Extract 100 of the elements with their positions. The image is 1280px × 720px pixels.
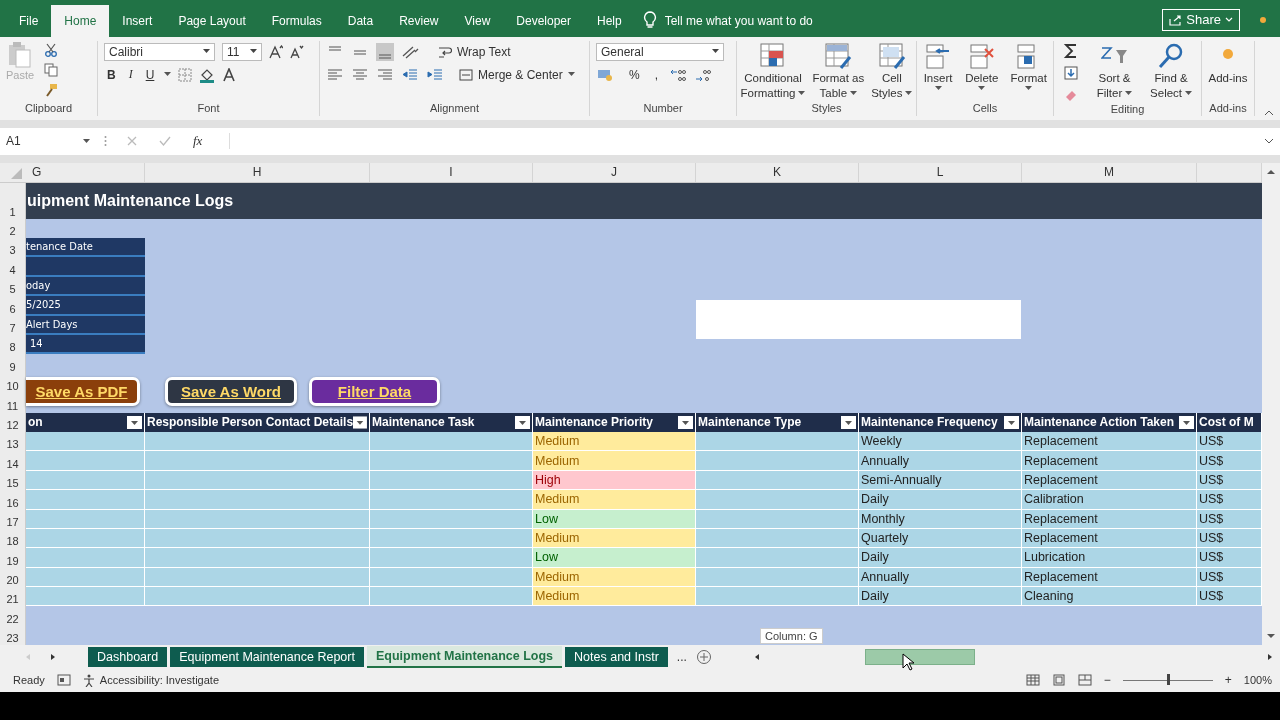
font-family-dropdown[interactable]: Calibri	[104, 42, 215, 61]
macro-record-icon[interactable]	[56, 674, 71, 687]
grow-font-icon[interactable]	[269, 44, 283, 59]
fill-down-icon[interactable]	[1062, 64, 1079, 81]
ribbon-button[interactable]: Find & Select	[1150, 40, 1193, 101]
row-number[interactable]: 10	[0, 373, 26, 394]
ribbon-button[interactable]: Conditional Formatting	[740, 40, 806, 101]
decrease-indent-icon[interactable]	[401, 66, 419, 83]
ribbon-tab[interactable]: Help	[584, 4, 635, 37]
number-format-dropdown[interactable]: General	[596, 42, 724, 61]
filter-dropdown-icon[interactable]	[678, 415, 693, 429]
normal-view-icon[interactable]	[1025, 674, 1040, 687]
page-layout-view-icon[interactable]	[1051, 674, 1066, 687]
ribbon-tab[interactable]: Page Layout	[165, 4, 259, 37]
ribbon-button[interactable]: Delete	[965, 40, 999, 91]
filter-dropdown-icon[interactable]	[353, 415, 367, 429]
brush-icon[interactable]	[44, 82, 59, 97]
scroll-up-icon[interactable]	[1266, 168, 1276, 175]
caret-icon[interactable]	[164, 72, 172, 78]
wrap-text-button[interactable]: Wrap Text	[438, 44, 511, 59]
scroll-down-icon[interactable]	[1266, 633, 1276, 640]
add-sheet-icon[interactable]	[695, 648, 712, 665]
filter-dropdown-icon[interactable]	[1179, 415, 1194, 429]
number-style-button[interactable]: %	[625, 67, 644, 82]
row-number[interactable]: 22	[0, 606, 26, 626]
shrink-font-icon[interactable]	[290, 44, 304, 59]
column-header[interactable]: M	[1022, 162, 1197, 182]
name-box[interactable]: A1	[0, 131, 96, 152]
ribbon-button[interactable]: Sort & Filter	[1096, 40, 1133, 101]
font-style-button[interactable]: I	[125, 67, 136, 83]
ribbon-tab[interactable]: Home	[51, 4, 110, 37]
sheet-button[interactable]: Save As Word	[165, 376, 297, 406]
copy-icon[interactable]	[44, 62, 61, 77]
sum-icon[interactable]	[1062, 42, 1079, 59]
ribbon-tab[interactable]: Developer	[503, 4, 584, 37]
row-number[interactable]: 16	[0, 490, 26, 510]
row-number[interactable]: 13	[0, 431, 26, 452]
check-icon[interactable]	[159, 136, 171, 147]
font-color-icon[interactable]	[222, 67, 237, 82]
vertical-align-icon[interactable]	[376, 42, 394, 61]
column-header[interactable]: K	[696, 162, 859, 182]
share-button[interactable]: Share	[1162, 8, 1240, 31]
column-header[interactable]: I	[370, 162, 533, 182]
filter-dropdown-icon[interactable]	[515, 415, 530, 429]
increase-indent-icon[interactable]	[426, 66, 444, 83]
column-header[interactable]: G	[26, 162, 145, 182]
ribbon-tab[interactable]: View	[451, 4, 504, 37]
scroll-right-icon[interactable]	[1266, 652, 1274, 661]
sheet-tab[interactable]: Notes and Instr	[565, 646, 668, 667]
ribbon-button[interactable]: Format as Table	[812, 40, 865, 101]
expand-formula-icon[interactable]	[1264, 138, 1274, 145]
add-ins-button[interactable]: Add-ins	[1208, 40, 1248, 86]
ribbon-button[interactable]: Insert	[923, 40, 954, 91]
row-number[interactable]: 15	[0, 470, 26, 491]
ribbon-tab[interactable]: Insert	[109, 4, 166, 37]
column-header[interactable]: J	[533, 162, 696, 182]
ribbon-tab[interactable]: Review	[386, 4, 452, 37]
zoom-in-button[interactable]: +	[1224, 673, 1232, 688]
font-size-dropdown[interactable]: 11	[222, 42, 262, 61]
vertical-scrollbar[interactable]	[1262, 162, 1280, 646]
cut-icon[interactable]	[44, 42, 59, 57]
next-sheet-icon[interactable]	[49, 652, 57, 661]
zoom-out-button[interactable]: −	[1103, 673, 1111, 688]
font-style-button[interactable]: U	[142, 67, 158, 82]
merge-center-button[interactable]: Merge & Center	[459, 67, 575, 82]
row-number[interactable]: 17	[0, 509, 26, 529]
insert-function-button[interactable]: fx	[193, 133, 203, 150]
sheet-tab[interactable]: Dashboard	[88, 646, 168, 667]
filter-dropdown-icon[interactable]	[127, 415, 142, 429]
sheet-button[interactable]: Save As PDF	[26, 376, 140, 406]
font-style-button[interactable]: B	[104, 67, 119, 82]
row-number[interactable]: 18	[0, 528, 26, 549]
ribbon-tab[interactable]: File	[6, 4, 52, 37]
row-number[interactable]: 7	[0, 315, 26, 335]
accessibility-button[interactable]: Accessibility: Investigate	[82, 673, 219, 687]
row-number[interactable]: 12	[0, 412, 26, 432]
row-number[interactable]: 23	[0, 625, 26, 646]
column-header[interactable]: H	[145, 162, 370, 182]
sheet-tab[interactable]: Equipment Maintenance Logs	[366, 645, 563, 668]
number-style-button[interactable]: ,	[650, 67, 662, 82]
sheet-button[interactable]: Filter Data	[309, 376, 440, 406]
ribbon-button[interactable]: Format	[1010, 40, 1047, 91]
ribbon-tab[interactable]: Data	[334, 4, 387, 37]
row-number[interactable]: 8	[0, 335, 26, 355]
row-number[interactable]: 20	[0, 567, 26, 588]
row-number[interactable]: 21	[0, 587, 26, 607]
filter-dropdown-icon[interactable]	[1004, 415, 1019, 429]
ribbon-button[interactable]: Cell Styles	[871, 40, 913, 101]
row-number[interactable]: 6	[0, 296, 26, 316]
row-number[interactable]: 5	[0, 276, 26, 297]
row-number[interactable]: 4	[0, 257, 26, 277]
row-number[interactable]: 11	[0, 393, 26, 413]
ribbon-tab[interactable]: Formulas	[258, 4, 335, 37]
row-number[interactable]: 14	[0, 451, 26, 471]
tell-me-search[interactable]: Tell me what you want to do	[664, 4, 813, 37]
row-number[interactable]: 2	[0, 218, 26, 239]
column-header[interactable]: L	[859, 162, 1022, 182]
row-number[interactable]: 9	[0, 354, 26, 374]
filter-dropdown-icon[interactable]	[841, 415, 856, 429]
row-number[interactable]: 1	[0, 182, 26, 219]
